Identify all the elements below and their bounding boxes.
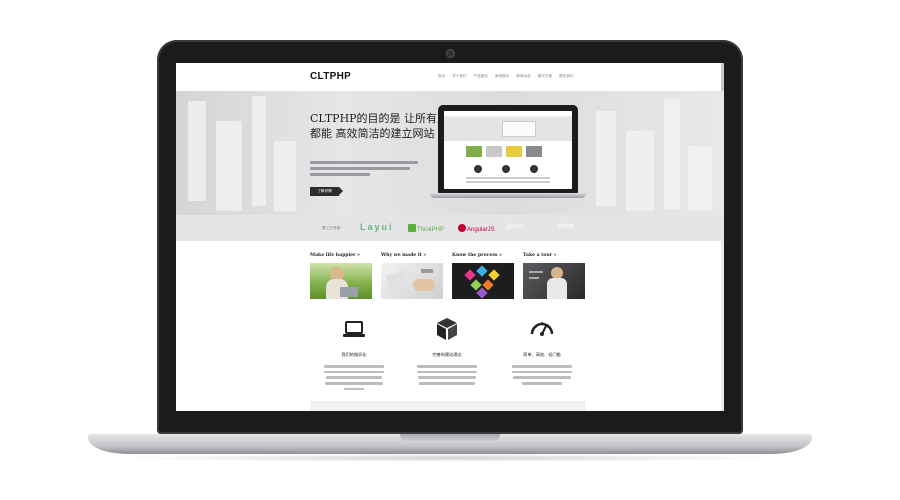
mini-text: [466, 177, 550, 179]
nav-link-solutions[interactable]: 解决方案: [538, 74, 552, 79]
text-line: [417, 370, 477, 374]
site-navbar: CLTPHP 首页 关于我们 产品服务 案例展示 新闻动态 解决方案 联系我们: [176, 63, 724, 91]
hero-banner: CLTPHP的目的是 让所有人都能 高效简洁的建立网站 了解详情: [176, 91, 724, 215]
partner-thinkphp-text: ThinkPHP: [417, 227, 445, 233]
feature-card[interactable]: Why we made it »: [381, 253, 443, 299]
text-line: [419, 382, 475, 385]
mini-photo: [526, 146, 542, 157]
website-screen: CLTPHP 首页 关于我们 产品服务 案例展示 新闻动态 解决方案 联系我们 …: [176, 63, 724, 411]
nav-link-contact[interactable]: 联系我们: [559, 74, 573, 79]
service-title: 简单、高效、低门槛: [523, 352, 561, 357]
service-block: 简单、高效、低门槛: [506, 316, 578, 388]
text-line: [344, 387, 364, 391]
city-building: [626, 131, 654, 211]
text-line: [310, 161, 418, 164]
text-line: [512, 370, 572, 374]
city-building: [216, 121, 242, 211]
mini-laptop-lid: [438, 105, 578, 193]
service-title: 完善的建站理念: [432, 352, 462, 357]
city-building: [688, 146, 712, 211]
partner-logo-ztree[interactable]: ztree: [558, 223, 574, 230]
partner-logo-angular[interactable]: AngularJS: [458, 224, 495, 233]
hero-title: CLTPHP的目的是 让所有人都能 高效简洁的建立网站: [310, 112, 449, 140]
mini-screen: [444, 111, 572, 189]
partner-logo-thinkphp[interactable]: ThinkPHP: [408, 224, 444, 233]
learn-more-button[interactable]: 了解详情: [310, 187, 343, 196]
city-building: [664, 99, 680, 209]
text-line: [522, 382, 562, 385]
mini-laptop-base: [430, 193, 586, 198]
footer-band: [310, 401, 586, 411]
text-line: [310, 167, 410, 170]
person-laptop-photo: [310, 263, 372, 299]
site-logo[interactable]: CLTPHP: [310, 71, 351, 82]
woman-touch-screen-photo: [523, 263, 585, 299]
mini-photo: [506, 146, 522, 157]
hero-laptop-image: [430, 105, 586, 201]
partner-strip: 第三方资源： Layui ThinkPHP AngularJS jQuery z…: [176, 215, 724, 241]
partner-logo-jquery[interactable]: jQuery: [506, 224, 524, 230]
partner-logo-layui[interactable]: Layui: [360, 222, 394, 232]
mini-icon: [530, 165, 538, 173]
feature-title[interactable]: Know the process »: [452, 253, 514, 258]
mini-icon: [502, 165, 510, 173]
service-block: 完善的建站理念: [411, 316, 483, 388]
text-line: [513, 376, 571, 379]
colorful-cubes-photo: [452, 263, 514, 299]
laptop-notch: [400, 434, 500, 442]
mini-photo: [486, 146, 502, 157]
nav-link-cases[interactable]: 案例展示: [495, 74, 509, 79]
feature-title[interactable]: Why we made it »: [381, 253, 443, 258]
mini-photo: [466, 146, 482, 157]
feature-title[interactable]: Make life happier »: [310, 253, 372, 258]
text-line: [324, 365, 384, 368]
feature-title[interactable]: Take a tour »: [523, 253, 585, 258]
text-line: [324, 370, 384, 374]
nav-link-news[interactable]: 新闻动态: [516, 74, 530, 79]
nav-link-home[interactable]: 首页: [438, 74, 445, 79]
service-block: 我们的微异化: [318, 316, 390, 393]
angular-icon: [458, 224, 466, 232]
feature-card[interactable]: Make life happier »: [310, 253, 372, 299]
nav-link-about[interactable]: 关于我们: [452, 74, 466, 79]
nav-menu: 首页 关于我们 产品服务 案例展示 新闻动态 解决方案 联系我们: [438, 74, 573, 79]
hands-workspace-photo: [381, 263, 443, 299]
partner-angular-text: AngularJS: [467, 227, 495, 233]
text-line: [512, 365, 572, 368]
partner-label: 第三方资源：: [322, 226, 344, 230]
service-title: 我们的微异化: [341, 352, 367, 357]
text-line: [418, 376, 476, 379]
laptop-icon: [343, 321, 365, 337]
thinkphp-icon: [408, 224, 416, 232]
text-line: [325, 382, 383, 385]
mini-icon: [474, 165, 482, 173]
mini-monitor: [502, 121, 536, 137]
cube-icon: [437, 318, 457, 340]
feature-card[interactable]: Take a tour »: [523, 253, 585, 299]
text-line: [417, 365, 477, 368]
feature-card[interactable]: Know the process »: [452, 253, 514, 299]
hero-description: [310, 161, 420, 179]
city-building: [274, 141, 296, 211]
speedometer-icon: [530, 322, 554, 336]
laptop-shadow: [110, 454, 790, 462]
camera-icon: [447, 50, 454, 57]
city-building: [188, 101, 206, 201]
text-line: [326, 376, 382, 379]
city-building: [252, 96, 266, 206]
city-building: [596, 111, 616, 206]
text-line: [310, 173, 370, 176]
mini-text: [466, 181, 550, 183]
nav-link-products[interactable]: 产品服务: [474, 74, 488, 79]
